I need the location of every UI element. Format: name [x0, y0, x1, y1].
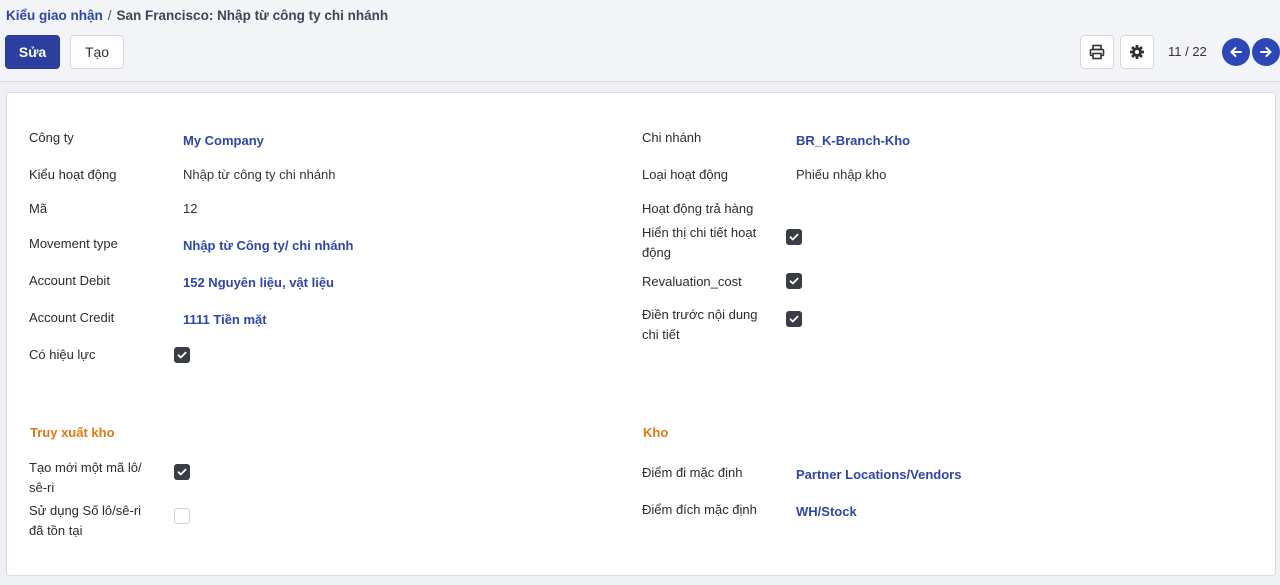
- pager-previous-button[interactable]: [1222, 38, 1250, 66]
- show-detailed-label-line2: động: [642, 245, 671, 260]
- operation-type-field[interactable]: Phiếu nhập kho: [796, 165, 886, 185]
- show-detailed-checkbox[interactable]: [786, 229, 802, 245]
- arrow-left-icon: [1230, 47, 1242, 57]
- operation-kind-field[interactable]: Nhập từ công ty chi nhánh: [183, 165, 336, 185]
- breadcrumb: Kiểu giao nhận / San Francisco: Nhập từ cô…: [6, 8, 388, 23]
- warehouse-section-title: Kho: [643, 425, 669, 440]
- account-credit-label: Account Credit: [29, 310, 115, 325]
- arrow-right-icon: [1260, 47, 1272, 57]
- use-existing-lots-label: Sử dụng Số lô/sê-ri đã tồn tại: [29, 501, 141, 541]
- checkmark-icon: [177, 468, 187, 476]
- default-destination-field[interactable]: WH/Stock: [796, 502, 857, 522]
- gear-icon: [1130, 45, 1144, 59]
- prefill-detail-label-line1: Điền trước nội dung: [642, 307, 758, 322]
- prefill-detail-label-line2: chi tiết: [642, 327, 680, 342]
- movement-type-field[interactable]: Nhập từ Công ty/ chi nhánh: [183, 236, 353, 256]
- revaluation-cost-label: Revaluation_cost: [642, 274, 742, 289]
- movement-type-label: Movement type: [29, 236, 118, 251]
- code-field[interactable]: 12: [183, 199, 197, 219]
- account-debit-field[interactable]: 152 Nguyên liệu, vật liệu: [183, 273, 334, 293]
- operation-kind-label: Kiểu hoạt động: [29, 167, 117, 182]
- edit-button[interactable]: Sửa: [5, 35, 60, 69]
- account-debit-label: Account Debit: [29, 273, 110, 288]
- prefill-detail-label: Điền trước nội dung chi tiết: [642, 305, 758, 345]
- breadcrumb-current: San Francisco: Nhập từ công ty chi nhánh: [116, 8, 389, 23]
- settings-button[interactable]: [1120, 35, 1154, 69]
- checkmark-icon: [789, 277, 799, 285]
- default-source-label: Điểm đi mặc định: [642, 465, 743, 480]
- traceability-section-title: Truy xuất kho: [30, 425, 115, 440]
- create-lots-label: Tạo mới một mã lô/ sê-ri: [29, 458, 142, 498]
- checkmark-icon: [789, 315, 799, 323]
- operation-type-label: Loại hoạt động: [642, 167, 729, 182]
- active-label: Có hiệu lực: [29, 347, 96, 362]
- checkmark-icon: [789, 233, 799, 241]
- create-lots-label-line2: sê-ri: [29, 480, 55, 495]
- use-existing-lots-checkbox[interactable]: [174, 508, 190, 524]
- create-lots-label-line1: Tạo mới một mã lô/: [29, 460, 142, 475]
- account-credit-field[interactable]: 1111 Tiền mặt: [183, 310, 267, 330]
- checkmark-icon: [177, 351, 187, 359]
- return-operation-label: Hoạt động trả hàng: [642, 201, 754, 216]
- code-label: Mã: [29, 201, 48, 216]
- pager-next-button[interactable]: [1252, 38, 1280, 66]
- create-button[interactable]: Tạo: [70, 35, 124, 69]
- branch-field[interactable]: BR_K-Branch-Kho: [796, 131, 910, 151]
- breadcrumb-parent-link[interactable]: Kiểu giao nhận: [6, 8, 103, 23]
- branch-label: Chi nhánh: [642, 130, 702, 145]
- pager-counter: 11 / 22: [1168, 44, 1207, 59]
- show-detailed-label: Hiển thị chi tiết hoạt động: [642, 223, 756, 263]
- breadcrumb-separator: /: [107, 8, 112, 23]
- active-checkbox[interactable]: [174, 347, 190, 363]
- prefill-detail-checkbox[interactable]: [786, 311, 802, 327]
- company-field[interactable]: My Company: [183, 131, 264, 151]
- use-existing-lots-label-line1: Sử dụng Số lô/sê-ri: [29, 503, 142, 518]
- use-existing-lots-label-line2: đã tồn tại: [29, 523, 83, 538]
- default-source-field[interactable]: Partner Locations/Vendors: [796, 465, 961, 485]
- form-sheet: Công ty My Company Kiểu hoạt động Nhập t…: [6, 92, 1276, 576]
- create-lots-checkbox[interactable]: [174, 464, 190, 480]
- default-destination-label: Điểm đích mặc định: [642, 502, 757, 517]
- show-detailed-label-line1: Hiển thị chi tiết hoạt: [642, 225, 757, 240]
- print-button[interactable]: [1080, 35, 1114, 69]
- printer-icon: [1089, 44, 1105, 60]
- control-panel: Kiểu giao nhận / San Francisco: Nhập từ cô…: [0, 0, 1280, 82]
- revaluation-cost-checkbox[interactable]: [786, 273, 802, 289]
- company-label: Công ty: [29, 130, 74, 145]
